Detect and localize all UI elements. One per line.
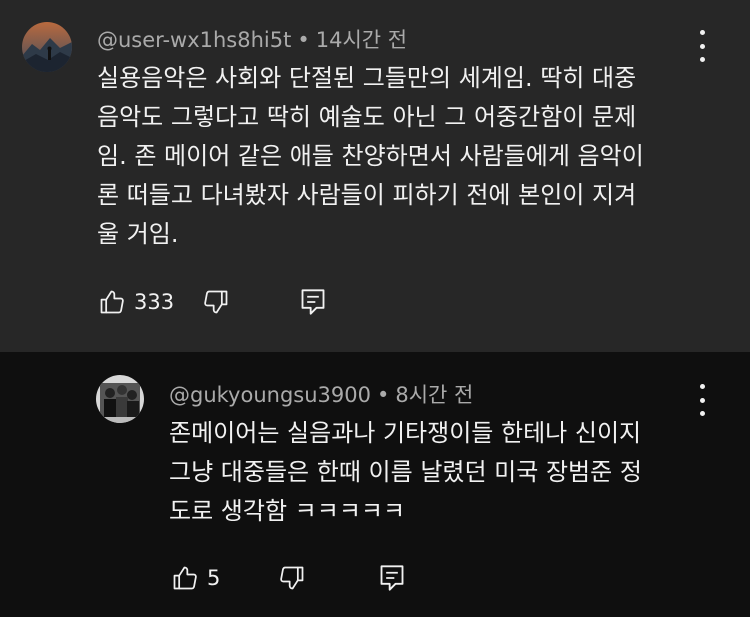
like-count: 333 [134,290,175,314]
reply-button[interactable] [379,564,405,592]
dislike-button[interactable] [278,564,306,592]
like-button[interactable]: 333 [98,288,174,316]
comment-reply: @gukyoungsu3900 • 8시간 전 존메이어는 실음과나 기타쟁이들 한… [0,352,750,617]
comment-username[interactable]: @user-wx1hs8hi5t [97,28,291,52]
comment-time[interactable]: 8시간 전 [395,383,473,407]
user-avatar[interactable] [22,22,72,72]
user-avatar[interactable] [96,375,144,423]
thumbs-down-icon [278,564,306,592]
dislike-button[interactable] [202,288,230,316]
like-count: 5 [207,566,221,590]
thumbs-down-icon [202,288,230,316]
comment-line: 울 거임. [97,220,179,248]
comment-text: 존메이어는 실음과나 기타쟁이들 한테나 신이지 그냥 대중들은 한때 이름 날… [169,414,642,531]
comment-line: 실용음악은 사회와 단절된 그들만의 세계임. 딱히 대중 [97,64,637,92]
comment-line: 음악도 그렇다고 딱히 예술도 아닌 그 어중간함이 문제 [97,103,637,131]
comment-meta: @gukyoungsu3900 • 8시간 전 [169,379,473,409]
thumbs-up-icon [171,564,199,592]
comment-line: 존메이어는 실음과나 기타쟁이들 한테나 신이지 [169,419,642,447]
comment-line: 도로 생각함 ㅋㅋㅋㅋㅋ [169,497,406,525]
reply-icon [300,288,326,316]
comment-text: 실용음악은 사회와 단절된 그들만의 세계임. 딱히 대중 음악도 그렇다고 딱… [97,59,644,254]
comment-line: 임. 존 메이어 같은 애들 찬양하면서 사람들에게 음악이 [97,142,644,170]
reply-icon [379,564,405,592]
more-vert-icon[interactable] [692,384,712,416]
thumbs-up-icon [98,288,126,316]
comment-username[interactable]: @gukyoungsu3900 [169,383,371,407]
comment-line: 론 떠들고 다녀봤자 사람들이 피하기 전에 본인이 지겨 [97,181,637,209]
comment-meta: @user-wx1hs8hi5t • 14시간 전 [97,24,407,54]
comment-thread-top: @user-wx1hs8hi5t • 14시간 전 실용음악은 사회와 단절된 그들… [0,0,750,352]
like-button[interactable]: 5 [171,564,220,592]
reply-button[interactable] [300,288,326,316]
comment-line: 그냥 대중들은 한때 이름 날렸던 미국 장범준 정 [169,458,642,486]
comment-actions: 5 [171,564,405,592]
meta-separator: • [376,383,390,407]
more-vert-icon[interactable] [692,30,712,62]
comment-actions: 333 [98,288,326,316]
meta-separator: • [297,28,310,52]
comment-time[interactable]: 14시간 전 [316,28,407,52]
